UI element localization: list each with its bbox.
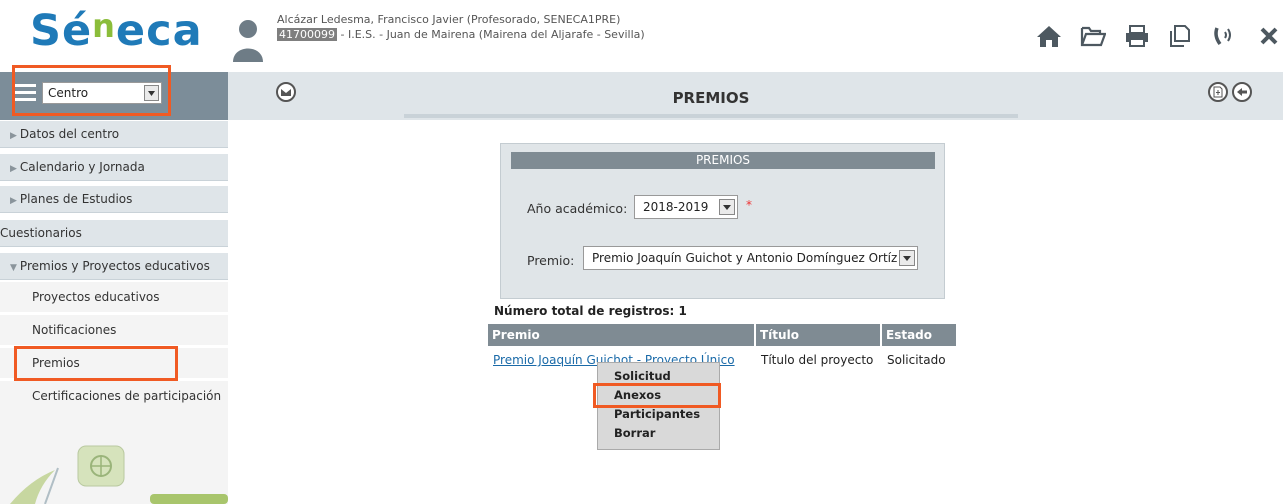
table-header-row: Premio Título Estado [488, 324, 956, 346]
page-title-bar: PREMIOS [404, 76, 1018, 118]
premio-label: Premio: [527, 253, 575, 268]
phone-icon[interactable] [1211, 22, 1239, 50]
home-icon[interactable] [1035, 22, 1063, 50]
user-name: Alcázar Ledesma, Francisco Javier (Profe… [277, 13, 621, 26]
module-select-value: Centro [48, 86, 89, 100]
table-row[interactable]: Premio Joaquín Guichot - Proyecto Único … [488, 348, 956, 372]
chevron-down-icon[interactable] [144, 85, 159, 101]
sidebar-decoration [0, 410, 228, 504]
caret-right-icon: ▶ [10, 164, 17, 174]
header-toolbar [1035, 18, 1283, 54]
menu-item-anexos[interactable]: Anexos [614, 386, 719, 405]
header: Séneca Alcázar Ledesma, Francisco Javier… [0, 0, 1283, 68]
sidebar-subitem-premios[interactable]: Premios [0, 348, 228, 378]
close-icon[interactable] [1255, 22, 1283, 50]
year-label: Año académico: [527, 201, 628, 216]
sidebar-item-planes[interactable]: ▶ Planes de Estudios [0, 186, 228, 213]
required-mark: * [746, 198, 752, 212]
sidebar-item-cuestionarios[interactable]: Cuestionarios [0, 220, 228, 247]
back-arrow-icon[interactable] [1232, 82, 1252, 102]
cell-estado: Solicitado [882, 348, 956, 372]
junta-logo-icon [10, 445, 228, 504]
column-header-premio[interactable]: Premio [488, 324, 754, 346]
center-code: 41700099 [277, 28, 337, 41]
sidebar-item-datos-centro[interactable]: ▶ Datos del centro [0, 121, 228, 148]
copy-icon[interactable] [1167, 22, 1195, 50]
sidebar-subitem-notificaciones[interactable]: Notificaciones [0, 315, 228, 345]
premio-select-value: Premio Joaquín Guichot y Antonio Domíngu… [592, 251, 898, 265]
caret-right-icon: ▶ [10, 131, 17, 141]
menu-item-borrar[interactable]: Borrar [614, 424, 719, 443]
chevron-down-icon[interactable] [899, 250, 915, 266]
folder-open-icon[interactable] [1079, 22, 1107, 50]
column-header-titulo[interactable]: Título [756, 324, 880, 346]
mail-icon[interactable] [276, 82, 296, 102]
user-center: 41700099 - I.E.S. - Juan de Mairena (Mai… [277, 28, 645, 41]
sidebar-item-premios-proyectos[interactable]: ▼ Premios y Proyectos educativos [0, 253, 228, 280]
year-select[interactable]: 2018-2019 [634, 195, 738, 219]
cell-titulo: Título del proyecto [756, 348, 880, 372]
results-table: Premio Título Estado Premio Joaquín Guic… [486, 322, 958, 374]
printer-icon[interactable] [1123, 22, 1151, 50]
chevron-down-icon[interactable] [719, 199, 735, 215]
column-header-estado[interactable]: Estado [882, 324, 956, 346]
premio-select[interactable]: Premio Joaquín Guichot y Antonio Domíngu… [583, 246, 918, 270]
caret-right-icon: ▶ [10, 196, 17, 206]
seneca-logo: Séneca [30, 6, 203, 56]
hamburger-menu-icon[interactable] [14, 84, 36, 102]
context-menu: Solicitud Anexos Participantes Borrar [597, 362, 720, 450]
caret-down-icon: ▼ [10, 263, 17, 273]
year-select-value: 2018-2019 [643, 200, 709, 214]
menu-item-participantes[interactable]: Participantes [614, 405, 719, 424]
sidebar-subitem-certificaciones[interactable]: Certificaciones de participación [0, 381, 228, 411]
module-select[interactable]: Centro [42, 82, 162, 104]
form-header: PREMIOS [511, 152, 935, 169]
sidebar-item-calendario[interactable]: ▶ Calendario y Jornada [0, 154, 228, 181]
total-records: Número total de registros: 1 [494, 304, 687, 318]
sidebar-subitem-proyectos[interactable]: Proyectos educativos [0, 282, 228, 312]
menu-item-solicitud[interactable]: Solicitud [614, 367, 719, 386]
user-avatar-icon [233, 20, 263, 62]
new-document-icon[interactable] [1208, 82, 1228, 102]
center-name: - I.E.S. - Juan de Mairena (Mairena del … [337, 28, 645, 41]
premios-filter-form: PREMIOS [500, 143, 945, 299]
page-title: PREMIOS [672, 89, 750, 107]
